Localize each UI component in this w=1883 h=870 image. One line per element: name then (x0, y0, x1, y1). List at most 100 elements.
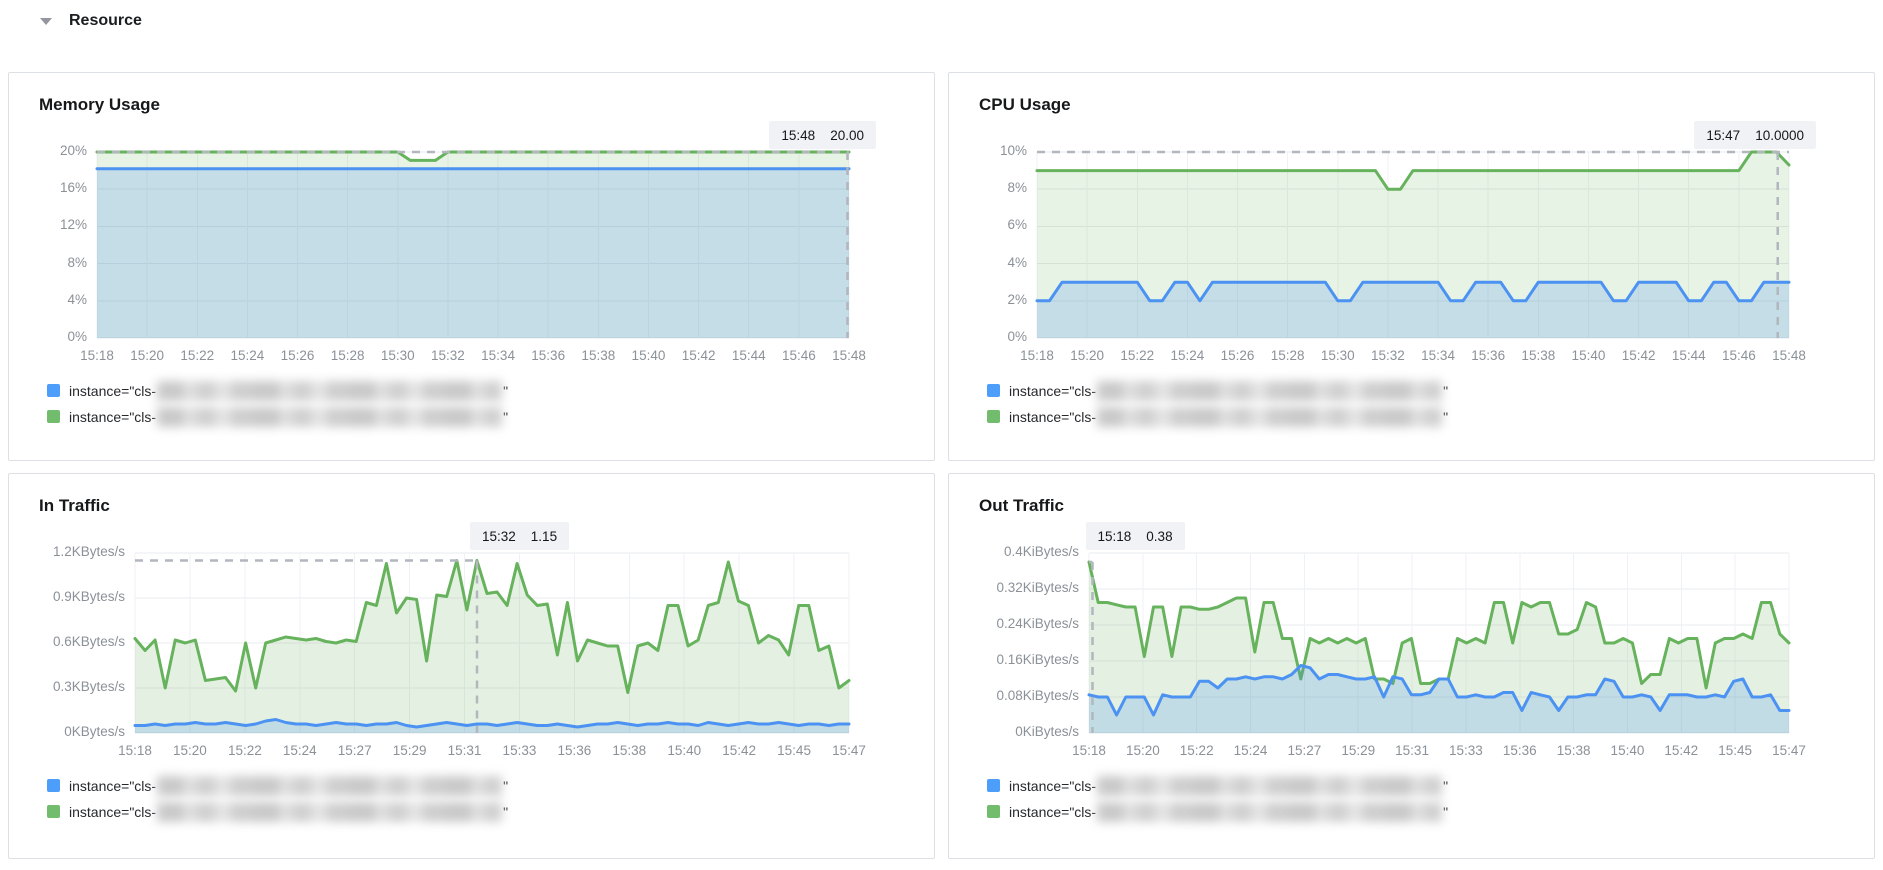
y-axis-label: 8% (67, 255, 87, 270)
chart-in-traffic: 15:32 1.15 0KBytes/s0.3KBytes/s0.6KBytes… (39, 553, 904, 822)
legend-swatch-icon (47, 805, 60, 818)
tooltip-value: 0.38 (1146, 529, 1172, 544)
legend-item-blue[interactable]: instance="cls-" (47, 380, 904, 401)
out-traffic-svg (1089, 553, 1789, 733)
x-axis-label: 15:33 (503, 743, 537, 758)
x-axis-label: 15:18 (1072, 743, 1106, 758)
y-axis-label: 0% (1007, 329, 1027, 344)
redacted-instance-id (157, 407, 502, 427)
legend-label-suffix: " (1443, 383, 1448, 399)
y-axis-label: 0.6KBytes/s (53, 634, 125, 649)
x-axis-label: 15:20 (1070, 348, 1104, 363)
x-axis-label: 15:20 (1126, 743, 1160, 758)
crosshair-tooltip: 15:32 1.15 (470, 522, 569, 550)
crosshair-tooltip: 15:48 20.00 (769, 121, 876, 149)
x-axis-label: 15:31 (448, 743, 482, 758)
chart-legend: instance="cls-"instance="cls-" (47, 775, 904, 822)
legend-swatch-icon (987, 779, 1000, 792)
legend-label: instance="cls-" (1009, 802, 1448, 822)
chart-plot-area[interactable] (97, 152, 849, 338)
redacted-instance-id (1097, 407, 1442, 427)
legend-item-green[interactable]: instance="cls- " (47, 801, 904, 822)
x-axis-label: 15:48 (832, 348, 866, 363)
legend-label-prefix: instance="cls- (1009, 778, 1096, 794)
x-axis-label: 15:40 (632, 348, 666, 363)
x-axis-label: 15:38 (1521, 348, 1555, 363)
chart-grid: Memory Usage 15:48 20.00 0%4%8%12%16%20%… (8, 72, 1875, 859)
chart-title: CPU Usage (979, 94, 1844, 116)
x-axis: 15:1815:2015:2215:2415:2715:2915:3115:33… (1089, 743, 1789, 761)
resource-section-header: Resource (40, 10, 1883, 32)
legend-label-suffix: " (1443, 804, 1448, 820)
chart-memory-usage: 15:48 20.00 0%4%8%12%16%20% 15:1815:2015… (39, 152, 904, 427)
x-axis-label: 15:44 (1672, 348, 1706, 363)
tooltip-time: 15:18 (1098, 529, 1132, 544)
redacted-instance-id (1097, 776, 1442, 796)
chart-title: Memory Usage (39, 94, 904, 116)
y-axis-label: 4% (1007, 255, 1027, 270)
legend-item-green[interactable]: instance="cls-" (987, 801, 1844, 822)
chart-cpu-usage: 15:47 10.0000 0%2%4%6%8%10% 15:1815:2015… (979, 152, 1844, 427)
x-axis-label: 15:40 (1611, 743, 1645, 758)
legend-item-green[interactable]: instance="cls-" (47, 406, 904, 427)
y-axis-label: 10% (1000, 143, 1027, 158)
legend-item-blue[interactable]: instance="cls-" (47, 775, 904, 796)
legend-swatch-icon (47, 779, 60, 792)
y-axis: 0KBytes/s0.3KBytes/s0.6KBytes/s0.9KBytes… (39, 553, 135, 733)
x-axis-label: 15:20 (173, 743, 207, 758)
chart-legend: instance="cls-"instance="cls-" (987, 775, 1844, 822)
legend-item-blue[interactable]: instance="cls-" (987, 380, 1844, 401)
y-axis-label: 0KBytes/s (64, 724, 125, 739)
y-axis: 0KiBytes/s0.08KiBytes/s0.16KiBytes/s0.24… (979, 553, 1089, 733)
legend-item-green[interactable]: instance="cls-" (987, 406, 1844, 427)
cpu-usage-svg (1037, 152, 1789, 338)
x-axis-label: 15:28 (331, 348, 365, 363)
y-axis-label: 0.32KiBytes/s (996, 580, 1079, 595)
collapse-caret-icon[interactable] (40, 18, 52, 25)
y-axis-label: 20% (60, 143, 87, 158)
x-axis-label: 15:24 (1234, 743, 1268, 758)
y-axis-label: 0.24KiBytes/s (996, 616, 1079, 631)
x-axis-label: 15:47 (1772, 743, 1806, 758)
redacted-instance-id (157, 381, 502, 401)
tooltip-value: 10.0000 (1755, 128, 1804, 143)
x-axis-label: 15:22 (180, 348, 214, 363)
x-axis-label: 15:29 (393, 743, 427, 758)
y-axis-label: 0.3KBytes/s (53, 679, 125, 694)
legend-swatch-icon (987, 805, 1000, 818)
y-axis-label: 1.2KBytes/s (53, 544, 125, 559)
tooltip-time: 15:32 (482, 529, 516, 544)
x-axis-label: 15:46 (782, 348, 816, 363)
y-axis-label: 16% (60, 180, 87, 195)
x-axis-label: 15:42 (722, 743, 756, 758)
y-axis-label: 6% (1007, 217, 1027, 232)
tooltip-time: 15:48 (781, 128, 815, 143)
x-axis-label: 15:22 (1120, 348, 1154, 363)
x-axis-label: 15:36 (557, 743, 591, 758)
crosshair-tooltip: 15:47 10.0000 (1694, 121, 1816, 149)
x-axis-label: 15:26 (1221, 348, 1255, 363)
x-axis-label: 15:26 (281, 348, 315, 363)
x-axis-label: 15:40 (1572, 348, 1606, 363)
chart-plot-area[interactable] (1089, 553, 1789, 733)
y-axis-label: 0% (67, 329, 87, 344)
redacted-instance-id (1097, 381, 1442, 401)
x-axis-label: 15:28 (1271, 348, 1305, 363)
legend-label: instance="cls-" (69, 407, 508, 427)
x-axis-label: 15:18 (80, 348, 114, 363)
legend-label-suffix: " (503, 804, 508, 820)
x-axis-label: 15:24 (230, 348, 264, 363)
x-axis-label: 15:24 (283, 743, 317, 758)
legend-label: instance="cls- " (69, 802, 508, 822)
legend-item-blue[interactable]: instance="cls-" (987, 775, 1844, 796)
chart-title: Out Traffic (979, 495, 1844, 517)
chart-plot-area[interactable] (135, 553, 849, 733)
legend-label-suffix: " (1443, 409, 1448, 425)
x-axis-label: 15:48 (1772, 348, 1806, 363)
legend-label-prefix: instance="cls- (69, 804, 156, 820)
x-axis: 15:1815:2015:2215:2415:2615:2815:3015:32… (97, 348, 849, 366)
panel-out-traffic: Out Traffic 15:18 0.38 0KiBytes/s0.08KiB… (948, 473, 1875, 859)
chart-out-traffic: 15:18 0.38 0KiBytes/s0.08KiBytes/s0.16Ki… (979, 553, 1844, 822)
x-axis-label: 15:24 (1170, 348, 1204, 363)
chart-plot-area[interactable] (1037, 152, 1789, 338)
